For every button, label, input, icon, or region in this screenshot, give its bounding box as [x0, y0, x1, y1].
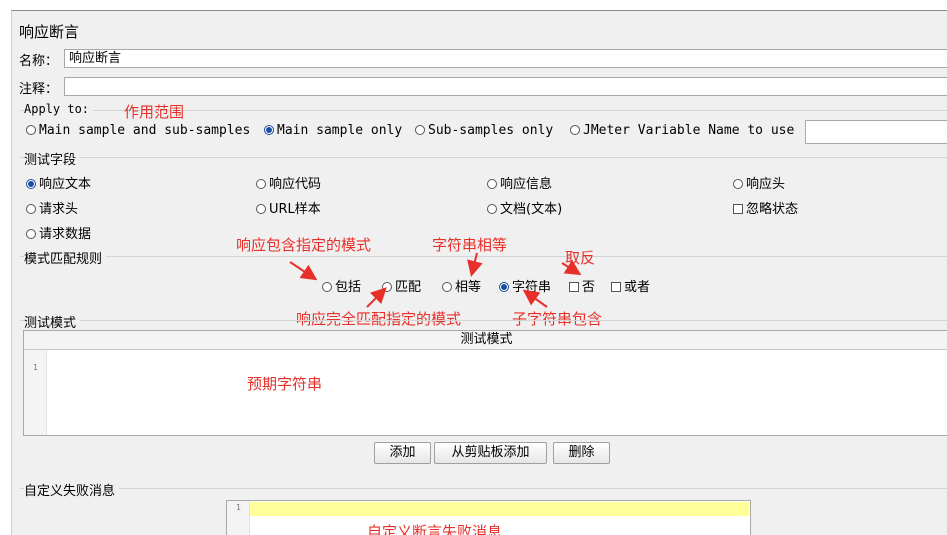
field-response-headers-radio[interactable]: 响应头	[733, 173, 785, 192]
custom-failure-legend: 自定义失败消息	[24, 480, 120, 499]
arrow-contains	[289, 261, 318, 281]
test-patterns-column-header: 测试模式	[24, 331, 947, 350]
annotation-arrows	[289, 252, 582, 308]
test-pattern-editor[interactable]	[47, 350, 947, 435]
radio-icon	[256, 204, 266, 214]
pattern-rules-legend: 模式匹配规则	[24, 248, 107, 267]
test-field-group-border	[20, 157, 947, 158]
radio-icon	[26, 229, 36, 239]
checkbox-icon	[611, 282, 621, 292]
radio-icon	[26, 125, 36, 135]
line-number: 1	[236, 503, 242, 512]
rule-substring-radio[interactable]: 字符串	[499, 276, 551, 295]
apply-main-and-sub-radio[interactable]: Main sample and sub-samples	[26, 123, 250, 138]
radio-icon	[570, 125, 580, 135]
radio-icon	[322, 282, 332, 292]
name-input[interactable]: 响应断言	[64, 49, 947, 68]
field-url-sample-radio[interactable]: URL样本	[256, 198, 321, 217]
panel-title: 响应断言	[19, 23, 80, 41]
current-line-highlight	[250, 502, 749, 516]
field-request-headers-radio[interactable]: 请求头	[26, 198, 78, 217]
jmeter-variable-input[interactable]	[805, 120, 947, 144]
radio-icon	[487, 179, 497, 189]
field-document-text-radio[interactable]: 文档(文本)	[487, 198, 562, 217]
annotation-scope: 作用范围	[124, 103, 185, 121]
test-field-legend: 测试字段	[24, 149, 81, 168]
comment-input[interactable]	[64, 77, 947, 96]
not-checkbox[interactable]: 否	[569, 276, 595, 295]
pattern-rules-group-border	[20, 256, 947, 257]
rule-contains-radio[interactable]: 包括	[322, 276, 361, 295]
annotation-expected-string: 预期字符串	[247, 375, 323, 393]
apply-to-legend: Apply to:	[24, 102, 94, 116]
line-number-gutter: 1	[227, 501, 250, 535]
line-number-gutter: 1	[24, 350, 47, 435]
delete-button[interactable]: 删除	[553, 442, 610, 464]
radio-icon	[733, 179, 743, 189]
line-number: 1	[33, 363, 39, 372]
annotation-full-match: 响应完全匹配指定的模式	[296, 310, 462, 328]
rule-matches-radio[interactable]: 匹配	[382, 276, 421, 295]
apply-main-only-radio[interactable]: Main sample only	[264, 123, 402, 138]
ignore-status-checkbox[interactable]: 忽略状态	[733, 198, 798, 217]
annotation-negate: 取反	[565, 249, 596, 267]
name-label: 名称：	[19, 54, 59, 69]
annotation-custom-failure-msg: 自定义断言失败消息	[367, 523, 503, 535]
apply-jmeter-variable-radio[interactable]: JMeter Variable Name to use	[570, 123, 794, 138]
radio-icon	[26, 204, 36, 214]
annotation-contains-pattern: 响应包含指定的模式	[236, 236, 372, 254]
field-request-data-radio[interactable]: 请求数据	[26, 223, 91, 242]
radio-icon	[442, 282, 452, 292]
or-checkbox[interactable]: 或者	[611, 276, 650, 295]
radio-icon	[487, 204, 497, 214]
field-response-message-radio[interactable]: 响应信息	[487, 173, 552, 192]
radio-selected-icon	[26, 179, 36, 189]
test-patterns-group-border	[20, 320, 947, 321]
apply-sub-only-radio[interactable]: Sub-samples only	[415, 123, 553, 138]
checkbox-icon	[569, 282, 579, 292]
annotation-string-equals: 字符串相等	[432, 236, 508, 254]
response-assertion-panel: 响应断言 名称： 响应断言 注释： Apply to: 作用范围 Main sa…	[11, 10, 947, 535]
field-response-text-radio[interactable]: 响应文本	[26, 173, 91, 192]
custom-failure-editor[interactable]: 1 自定义断言失败消息	[226, 500, 751, 535]
test-patterns-legend: 测试模式	[24, 312, 81, 331]
radio-selected-icon	[499, 282, 509, 292]
annotation-substring: 子字符串包含	[512, 310, 603, 328]
radio-icon	[415, 125, 425, 135]
add-button[interactable]: 添加	[374, 442, 431, 464]
add-from-clipboard-button[interactable]: 从剪贴板添加	[434, 442, 547, 464]
radio-icon	[256, 179, 266, 189]
radio-selected-icon	[264, 125, 274, 135]
comment-label: 注释：	[19, 82, 59, 97]
rule-equals-radio[interactable]: 相等	[442, 276, 481, 295]
arrow-full-match	[366, 287, 387, 308]
test-patterns-table[interactable]: 测试模式 1 预期字符串	[23, 330, 947, 436]
field-response-code-radio[interactable]: 响应代码	[256, 173, 321, 192]
checkbox-icon	[733, 204, 743, 214]
custom-failure-group-border	[20, 488, 947, 489]
